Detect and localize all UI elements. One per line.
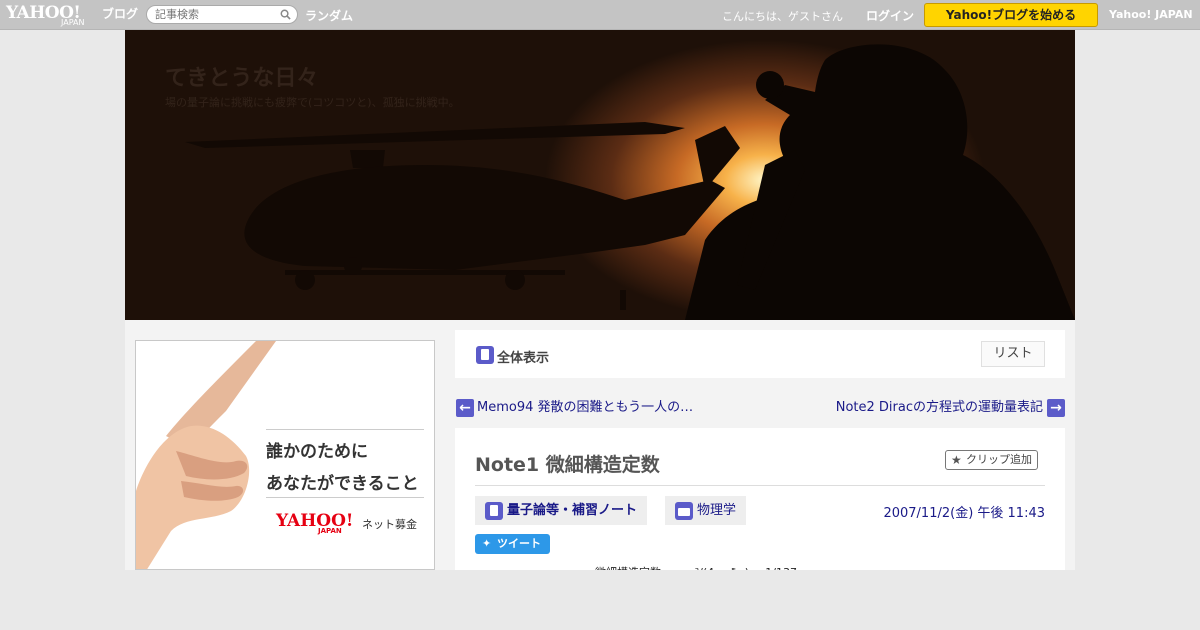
login-link[interactable]: ログイン (866, 7, 914, 24)
title-divider (475, 485, 1045, 486)
yahoo-logo[interactable]: YAHOO! JAPAN (6, 3, 84, 27)
blog-title[interactable]: てきとうな日々 (165, 60, 318, 92)
article: Note1 微細構造定数 ★ クリップ追加 量子論等・補習ノート 物理学 2007… (455, 428, 1065, 579)
ad-tagline: ネット募金 (362, 518, 417, 531)
next-article-link[interactable]: Note2 Diracの方程式の運動量表記 → (836, 399, 1065, 417)
top-bar: YAHOO! JAPAN ブログ ランダム こんにちは、ゲストさん ログイン Y… (0, 0, 1200, 30)
article-date: 2007/11/2(金) 午後 11:43 (883, 506, 1045, 521)
book-icon (476, 346, 494, 364)
list-button[interactable]: リスト (981, 341, 1045, 367)
arrow-left-icon: ← (456, 399, 474, 417)
ad-logo-sub: JAPAN (318, 527, 342, 535)
clip-add-button[interactable]: ★ クリップ追加 (945, 450, 1038, 470)
clip-label: クリップ追加 (966, 453, 1032, 466)
ad-headline-2: あなたができること (266, 474, 419, 494)
search-icon[interactable] (280, 9, 291, 20)
handshake-image (136, 341, 276, 569)
article-toolbar: 全体表示 リスト (455, 330, 1065, 378)
greeting-text: こんにちは、ゲストさん (722, 10, 843, 23)
random-link[interactable]: ランダム (305, 7, 353, 24)
donation-ad[interactable]: 誰かのために あなたができること YAHOO! JAPAN ネット募金 (135, 340, 435, 570)
blog-label[interactable]: ブログ (102, 5, 138, 22)
arrow-right-icon: → (1047, 399, 1065, 417)
tweet-button[interactable]: ✦ ツイート (475, 534, 550, 554)
twitter-bird-icon: ✦ (482, 537, 492, 550)
tweet-label: ツイート (497, 537, 541, 550)
search-input[interactable] (155, 7, 279, 22)
article-title: Note1 微細構造定数 (475, 454, 660, 476)
ad-divider (266, 429, 424, 430)
next-article-title: Note2 Diracの方程式の運動量表記 (835, 400, 1043, 415)
blog-description: 場の量子論に挑戦にも疲弊で(コツコツと)、孤独に挑戦中。 (165, 96, 460, 109)
ad-divider (266, 497, 424, 498)
ad-yahoo-logo: YAHOO! JAPAN (276, 511, 353, 535)
blog-header-banner: てきとうな日々 場の量子論に挑戦にも疲弊で(コツコツと)、孤独に挑戦中。 (125, 30, 1075, 320)
main-content: 誰かのために あなたができること YAHOO! JAPAN ネット募金 全体表示… (125, 320, 1075, 579)
folder-label: 物理学 (697, 503, 737, 518)
folder-tag[interactable]: 物理学 (665, 496, 747, 525)
star-icon: ★ (951, 453, 962, 467)
yahoo-japan-link[interactable]: Yahoo! JAPAN (1109, 8, 1193, 21)
category-tag[interactable]: 量子論等・補習ノート (475, 496, 648, 525)
page-footer (0, 570, 1200, 630)
book-icon (485, 502, 503, 520)
folder-icon (675, 502, 693, 520)
category-label: 量子論等・補習ノート (507, 503, 638, 518)
ad-headline-1: 誰かのために (266, 442, 368, 462)
logo-sub: JAPAN (61, 18, 85, 27)
search-box (146, 5, 298, 24)
prev-article-title: Memo94 発散の困難ともう一人の… (477, 400, 694, 415)
prev-article-link[interactable]: ← Memo94 発散の困難ともう一人の… (456, 399, 693, 417)
all-view-link[interactable]: 全体表示 (497, 347, 549, 366)
start-blog-button[interactable]: Yahoo!ブログを始める (924, 3, 1098, 27)
